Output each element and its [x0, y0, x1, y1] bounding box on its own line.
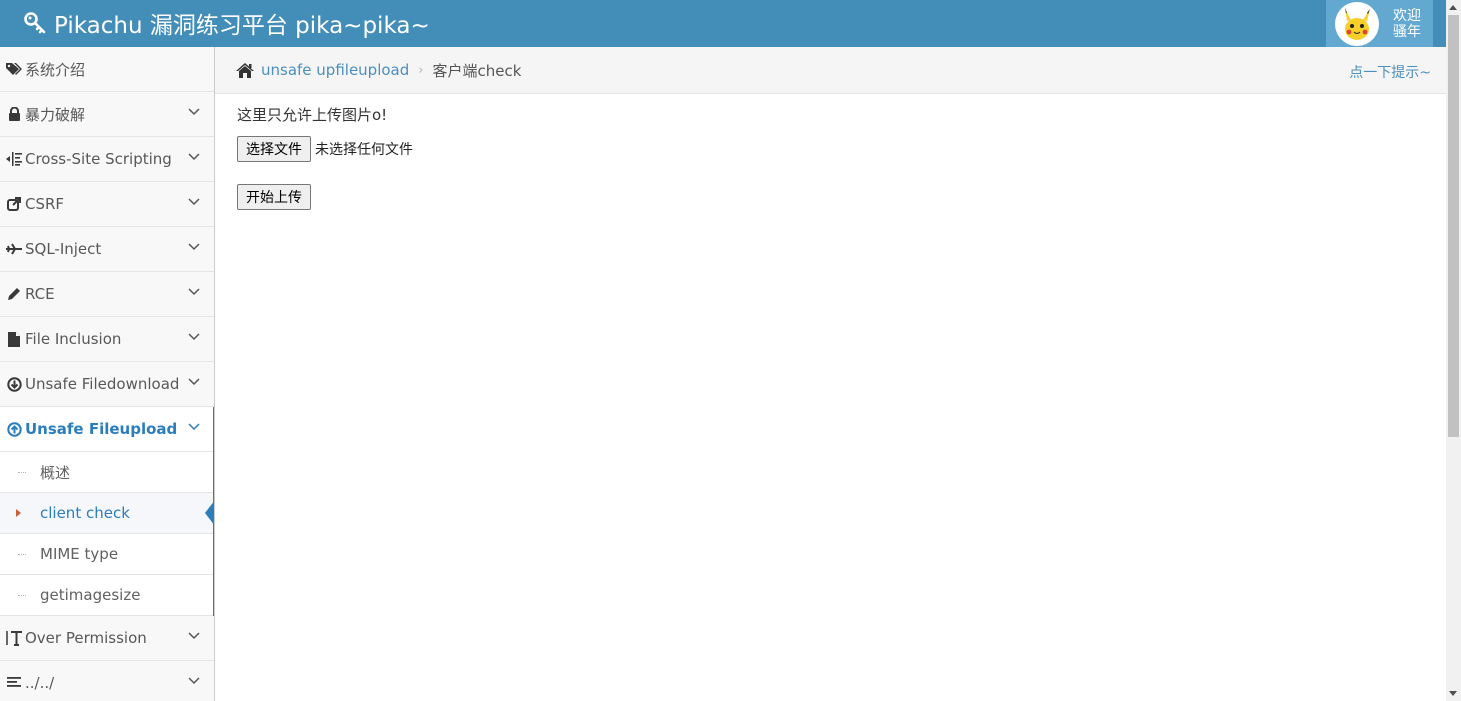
chevron-down-icon: [188, 677, 200, 685]
hint-link[interactable]: 点一下提示~: [1349, 62, 1431, 82]
sidebar-item-label: 暴力破解: [25, 105, 86, 124]
sidebar-item-unsafe-filedownload[interactable]: Unsafe Filedownload: [0, 362, 214, 407]
key-icon: [24, 12, 46, 34]
chevron-down-icon: [188, 288, 200, 296]
scroll-up-icon[interactable]: [1449, 5, 1457, 10]
submenu-item-overview[interactable]: 概述: [0, 452, 214, 493]
share-icon: [4, 197, 24, 211]
welcome-text: 欢迎 骚年: [1393, 8, 1421, 40]
choose-file-button[interactable]: 选择文件: [237, 136, 311, 162]
sidebar-item-sql-inject[interactable]: SQL-Inject: [0, 227, 214, 272]
pikachu-avatar-icon: [1345, 7, 1370, 40]
sidebar-item-rce[interactable]: RCE: [0, 272, 214, 317]
text-height-icon: [4, 630, 24, 646]
chevron-down-icon: [188, 153, 200, 161]
upload-notice: 这里只允许上传图片o!: [237, 106, 388, 124]
tags-icon: [4, 62, 24, 76]
breadcrumb-separator: ›: [418, 62, 424, 78]
top-navbar: Pikachu 漏洞练习平台 pika~pika~ 欢迎 骚年: [0, 0, 1446, 47]
chevron-down-icon: [188, 333, 200, 341]
pencil-icon: [4, 287, 24, 301]
page-scrollbar[interactable]: [1446, 0, 1461, 701]
sidebar-item-label: SQL-Inject: [25, 240, 102, 258]
chevron-down-icon: [188, 423, 200, 431]
sidebar-item-label: Over Permission: [25, 629, 147, 647]
sidebar-item-csrf[interactable]: CSRF: [0, 182, 214, 227]
scroll-thumb[interactable]: [1448, 15, 1459, 437]
breadcrumb-link-fileupload[interactable]: unsafe upfileupload: [261, 61, 409, 79]
scroll-down-icon[interactable]: [1449, 691, 1457, 696]
chevron-down-icon: [188, 198, 200, 206]
home-icon[interactable]: [235, 62, 255, 79]
sidebar-item-file-inclusion[interactable]: File Inclusion: [0, 317, 214, 362]
tree-dash: [18, 595, 26, 596]
plane-icon: [4, 243, 24, 255]
submenu-item-client-check[interactable]: client check: [0, 493, 214, 534]
brand-title: Pikachu 漏洞练习平台 pika~pika~: [54, 13, 430, 39]
file-input[interactable]: 选择文件 未选择任何文件: [237, 136, 413, 162]
align-left-icon: [4, 677, 24, 689]
sidebar-item-label: Cross-Site Scripting: [25, 150, 172, 168]
submenu-item-label: client check: [40, 504, 130, 522]
chevron-down-icon: [188, 243, 200, 251]
breadcrumb-current: 客户端check: [432, 61, 522, 80]
sidebar-item-label: Unsafe Fileupload: [25, 420, 178, 438]
sidebar-item-directory-traversal[interactable]: ../../: [0, 661, 214, 701]
submenu-item-label: 概述: [40, 463, 71, 482]
sidebar-item-system-intro[interactable]: 系统介绍: [0, 47, 214, 92]
upload-button[interactable]: 开始上传: [237, 184, 311, 210]
sidebar-item-label: CSRF: [25, 195, 65, 213]
submenu-item-getimagesize[interactable]: getimagesize: [0, 575, 214, 616]
sidebar-item-label: RCE: [25, 285, 55, 303]
user-menu[interactable]: 欢迎 骚年: [1326, 0, 1433, 47]
upload-panel: 这里只允许上传图片o! 选择文件 未选择任何文件 开始上传: [237, 104, 413, 210]
active-pointer-icon: [205, 500, 214, 526]
welcome-line-1: 欢迎: [1393, 7, 1421, 24]
file-icon: [4, 331, 24, 347]
sidebar-item-label: ../../: [25, 674, 55, 692]
upload-circle-icon: [4, 421, 24, 437]
tree-dash: [18, 472, 26, 473]
download-circle-icon: [4, 376, 24, 392]
avatar[interactable]: [1335, 1, 1379, 46]
sidebar-item-label: Unsafe Filedownload: [25, 375, 180, 393]
chevron-down-icon: [188, 108, 200, 116]
submenu-item-label: MIME type: [40, 545, 119, 563]
tree-dash: [18, 554, 26, 555]
breadcrumb: unsafe upfileupload › 客户端check 点一下提示~: [215, 47, 1446, 94]
sidebar-item-over-permission[interactable]: Over Permission: [0, 616, 214, 661]
chevron-down-icon: [188, 632, 200, 640]
sidebar-item-brute-force[interactable]: 暴力破解: [0, 92, 214, 137]
sidebar-item-unsafe-fileupload[interactable]: Unsafe Fileupload: [0, 407, 214, 452]
sidebar-item-xss[interactable]: Cross-Site Scripting: [0, 137, 214, 182]
sidebar-item-label: 系统介绍: [25, 60, 86, 79]
submenu-item-label: getimagesize: [40, 586, 141, 604]
welcome-line-2: 骚年: [1393, 23, 1421, 40]
lock-icon: [4, 107, 24, 121]
brand[interactable]: Pikachu 漏洞练习平台 pika~pika~: [24, 7, 430, 39]
chevron-down-icon: [188, 378, 200, 386]
file-status-text: 未选择任何文件: [315, 142, 413, 158]
sidebar-item-label: File Inclusion: [25, 330, 122, 348]
submenu-item-mime-type[interactable]: MIME type: [0, 534, 214, 575]
sidebar: 系统介绍 暴力破解 Cross-Site Scripting CSRF SQL-…: [0, 47, 215, 701]
caret-right-icon: [16, 509, 21, 517]
indent-icon: [4, 152, 24, 166]
fileupload-submenu: 概述 client check MIME type getimagesize: [0, 452, 214, 616]
